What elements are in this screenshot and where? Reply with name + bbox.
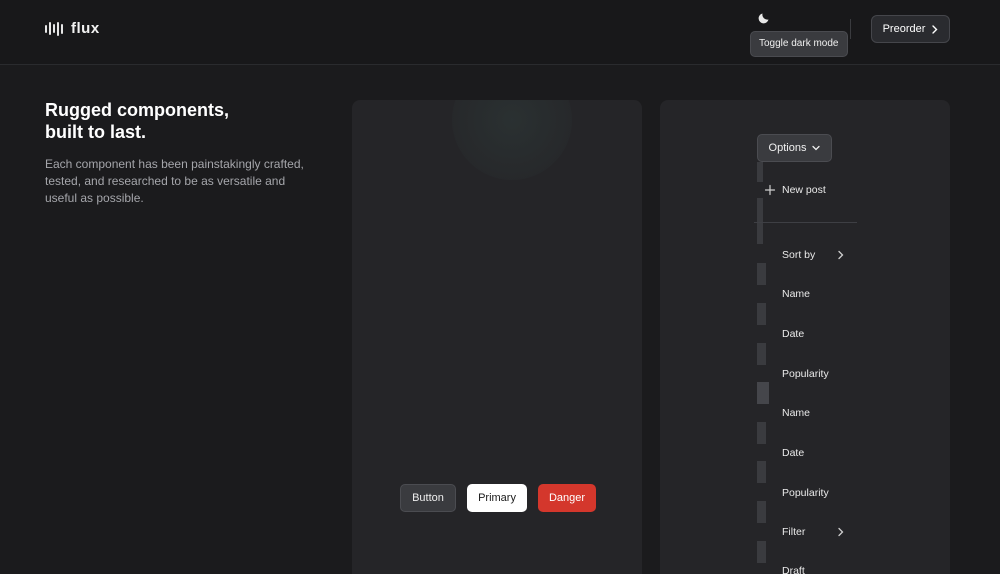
moon-icon[interactable] bbox=[757, 9, 773, 25]
preorder-label: Preorder bbox=[882, 23, 926, 35]
menu-item-new-post[interactable]: New post bbox=[782, 183, 826, 197]
menu-separator bbox=[754, 222, 857, 223]
hero-title-line1: Rugged components, bbox=[45, 100, 229, 120]
menu-item-popularity[interactable]: Popularity bbox=[782, 367, 829, 381]
buttons-demo-panel: Button Primary Danger bbox=[352, 100, 642, 574]
menu-track bbox=[757, 541, 766, 563]
menu-item-draft[interactable]: Draft bbox=[782, 564, 805, 574]
options-dropdown-button[interactable]: Options bbox=[757, 134, 832, 162]
button-row: Button Primary Danger bbox=[400, 484, 596, 512]
menu-track bbox=[757, 303, 766, 325]
panel-glow bbox=[452, 100, 572, 180]
hero-description: Each component has been painstakingly cr… bbox=[45, 157, 304, 205]
dropdown-demo-panel: Options New post Sort by Name Date Popul… bbox=[660, 100, 950, 574]
preorder-button[interactable]: Preorder bbox=[871, 15, 950, 43]
menu-track bbox=[757, 162, 763, 182]
hero-title: Rugged components, built to last. bbox=[45, 99, 229, 143]
plus-icon bbox=[764, 184, 776, 196]
menu-item-name[interactable]: Name bbox=[782, 406, 810, 420]
menu-track bbox=[757, 198, 763, 244]
menu-track bbox=[757, 501, 766, 523]
chevron-right-icon bbox=[932, 24, 938, 34]
primary-button[interactable]: Primary bbox=[467, 484, 527, 512]
menu-item-date[interactable]: Date bbox=[782, 446, 804, 460]
menu-track bbox=[757, 382, 769, 404]
default-button[interactable]: Button bbox=[400, 484, 456, 512]
danger-button[interactable]: Danger bbox=[538, 484, 596, 512]
header-divider bbox=[850, 19, 851, 39]
options-label: Options bbox=[768, 142, 807, 154]
brand-name: flux bbox=[71, 20, 100, 37]
menu-track bbox=[757, 461, 766, 483]
top-nav: flux Toggle dark mode Preorder bbox=[0, 0, 1000, 65]
dark-mode-tooltip: Toggle dark mode bbox=[750, 31, 848, 57]
menu-item-popularity[interactable]: Popularity bbox=[782, 486, 829, 500]
menu-item-name[interactable]: Name bbox=[782, 287, 810, 301]
chevron-right-icon bbox=[838, 250, 844, 260]
waveform-icon bbox=[45, 21, 63, 37]
chevron-right-icon bbox=[838, 527, 844, 537]
menu-track bbox=[757, 422, 766, 444]
brand-logo[interactable]: flux bbox=[45, 20, 100, 37]
chevron-down-icon bbox=[812, 145, 821, 151]
menu-item-sort-by[interactable]: Sort by bbox=[782, 248, 815, 262]
menu-track bbox=[757, 343, 766, 365]
hero-title-line2: built to last. bbox=[45, 122, 146, 142]
menu-item-date[interactable]: Date bbox=[782, 327, 804, 341]
menu-item-filter[interactable]: Filter bbox=[782, 525, 805, 539]
menu-track bbox=[757, 263, 766, 285]
